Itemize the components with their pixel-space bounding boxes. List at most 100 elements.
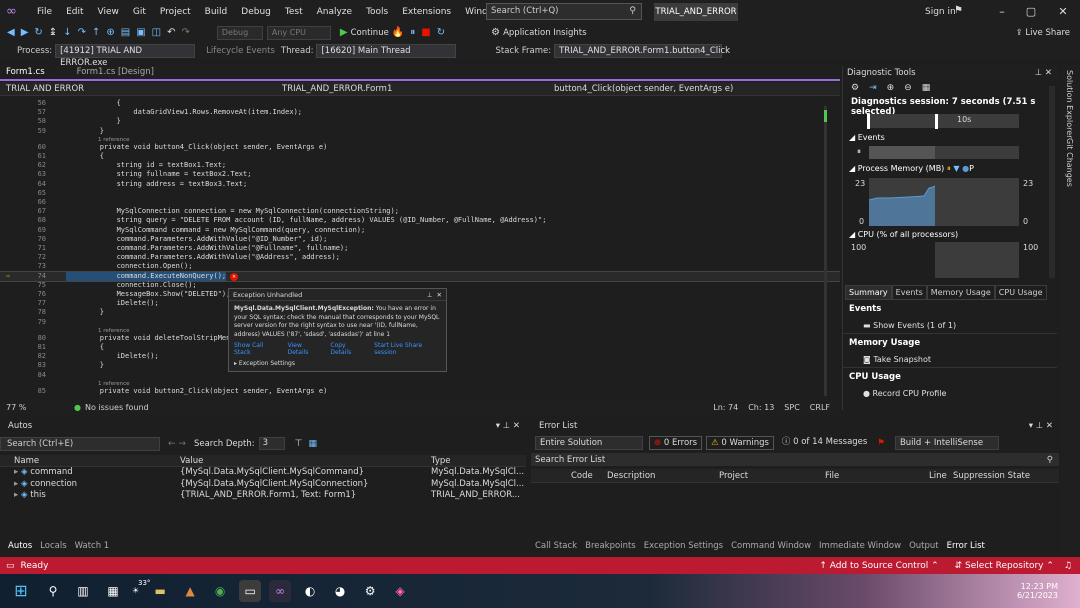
code-line[interactable]: 85 private void button2_Click(object sen… (0, 387, 840, 396)
back-icon[interactable]: ◀ (4, 24, 18, 42)
events-track-selected[interactable] (869, 146, 935, 159)
widgets-icon[interactable]: ▦ (102, 580, 124, 602)
code-text[interactable]: command.Parameters.AddWithValue("@ID_Num… (66, 235, 328, 244)
windows-start-icon[interactable]: ⊞ (10, 580, 32, 602)
whitespace-mode[interactable]: SPC (784, 403, 800, 412)
tab-error-list[interactable]: Error List (943, 541, 989, 551)
reset-zoom-icon[interactable]: ▦ (922, 83, 931, 93)
visual-studio-taskbar-icon[interactable]: ∞ (269, 580, 292, 602)
step-icon[interactable]: ↨ (46, 24, 60, 42)
zoom-in-icon[interactable]: ⊕ (887, 83, 895, 93)
menu-analyze[interactable]: Analyze (310, 0, 359, 24)
code-line[interactable]: 63 string fullname = textBox2.Text; (0, 170, 840, 179)
code-line[interactable]: 65 (0, 189, 840, 198)
code-text[interactable]: private void deleteToolStripMen (66, 334, 231, 343)
tab-call-stack[interactable]: Call Stack (531, 541, 581, 551)
take-snapshot-button[interactable]: ◙ Take Snapshot (843, 352, 1057, 367)
code-text[interactable]: } (66, 308, 104, 317)
col-type[interactable]: Type (431, 455, 451, 467)
tab-cpu-usage[interactable]: CPU Usage (994, 285, 1047, 300)
pin-pane-icon[interactable]: ⊥ ✕ (1035, 66, 1052, 81)
global-search-box[interactable]: Search (Ctrl+Q) ⚲ (486, 3, 642, 20)
solution-explorer-tab[interactable]: Solution Explorer (1065, 70, 1074, 138)
depth-dropdown[interactable]: 3 (258, 437, 285, 450)
feedback-icon[interactable]: ⚑ (954, 5, 963, 16)
forward-icon[interactable]: ▶ (18, 24, 32, 42)
task-view-icon[interactable]: ▥ (72, 580, 94, 602)
pin-search-icon[interactable]: ⊤ (295, 439, 303, 449)
close-popup-icon[interactable]: ✕ (437, 289, 442, 301)
code-line[interactable]: 73 connection.Open(); (0, 262, 840, 271)
code-text[interactable]: command.ExecuteNonQuery(); (66, 271, 227, 281)
step-over-icon[interactable]: ↷ (75, 24, 89, 42)
exception-settings-toggle[interactable]: ▸ Exception Settings (229, 356, 446, 367)
code-text[interactable]: string id = textBox1.Text; (66, 161, 227, 170)
view-details-link[interactable]: View Details (288, 342, 325, 356)
pin-icon[interactable]: ⊥ (427, 289, 433, 301)
diagnostic-scrollbar[interactable] (1049, 86, 1055, 278)
tab-autos[interactable]: Autos (4, 541, 36, 551)
code-text[interactable]: { (66, 99, 121, 108)
timeline-ruler[interactable]: 10s (869, 114, 1019, 128)
code-line[interactable]: 66 (0, 198, 840, 207)
export-icon[interactable]: ⇥ (869, 83, 877, 93)
project-dropdown[interactable]: TRIAL AND ERROR (0, 82, 276, 96)
col-value[interactable]: Value (180, 455, 431, 467)
notifications-icon[interactable]: ♫ (1064, 561, 1072, 571)
menu-test[interactable]: Test (278, 0, 310, 24)
live-share-session-link[interactable]: Start Live Share session (374, 342, 446, 356)
code-text[interactable]: { (66, 152, 104, 161)
show-events-link[interactable]: ▬ Show Events (1 of 1) (843, 318, 1057, 333)
events-pause-icon[interactable]: ⏸ (857, 147, 861, 157)
code-text[interactable]: iDelete(); (66, 352, 159, 361)
application-insights-button[interactable]: Application Insights (503, 28, 586, 38)
git-changes-tab[interactable]: Git Changes (1065, 138, 1074, 187)
stack-frame-dropdown[interactable]: TRIAL_AND_ERROR.Form1.button4_Click (554, 43, 730, 58)
code-text[interactable]: command.Parameters.AddWithValue("@Addres… (66, 253, 340, 262)
code-text[interactable]: private void button2_Click(object sender… (66, 387, 328, 396)
cpu-graph-selected[interactable] (869, 242, 935, 278)
stop-icon[interactable]: ■ (418, 24, 433, 42)
tab-form1-design[interactable]: Form1.cs [Design] (71, 66, 160, 79)
code-text[interactable]: MySqlCommand command = new MySqlCommand(… (66, 226, 366, 235)
close-window-button[interactable]: ✕ (1048, 0, 1078, 24)
code-line[interactable]: 64 string address = textBox3.Text; (0, 180, 840, 189)
error-search-input[interactable]: Search Error List ⚲ (531, 453, 1059, 466)
maximize-button[interactable]: ▢ (1016, 0, 1046, 24)
menu-file[interactable]: File (30, 0, 59, 24)
col-file[interactable]: File (825, 470, 929, 482)
code-line[interactable]: 67 MySqlConnection connection = new MySq… (0, 207, 840, 216)
col-name[interactable]: Name (0, 455, 180, 467)
add-source-control-button[interactable]: ↑ Add to Source Control ⌃ (819, 561, 938, 571)
tab-locals[interactable]: Locals (36, 541, 70, 551)
table-row[interactable]: ▸ ◈ this {TRIAL_AND_ERROR.Form1, Text: F… (0, 490, 526, 502)
chrome-icon[interactable]: ◉ (209, 580, 231, 602)
minimize-button[interactable]: – (987, 0, 1017, 24)
code-text[interactable]: command.Parameters.AddWithValue("@Fullna… (66, 244, 349, 253)
code-reference-lens[interactable]: 1 reference (0, 380, 840, 387)
settings-taskbar-icon[interactable]: ⚙ (359, 580, 381, 602)
errors-filter[interactable]: ⊗ 0 Errors (649, 436, 703, 450)
tab-form1-cs[interactable]: Form1.cs (0, 66, 51, 79)
tab-exception-settings[interactable]: Exception Settings (640, 541, 727, 551)
step-into-icon[interactable]: ↓ (60, 24, 74, 42)
scope-dropdown[interactable]: Entire Solution (535, 436, 643, 450)
tab-immediate-window[interactable]: Immediate Window (815, 541, 905, 551)
code-text[interactable]: string address = textBox3.Text; (66, 180, 248, 189)
configuration-dropdown[interactable]: Debug (216, 26, 263, 40)
code-line[interactable]: 68 string query = "DELETE FROM account (… (0, 216, 840, 225)
app-icon[interactable]: ▲ (179, 580, 201, 602)
zoom-out-icon[interactable]: ⊖ (904, 83, 912, 93)
tab-watch1[interactable]: Watch 1 (71, 541, 114, 551)
line-number[interactable]: Ln: 74 (713, 403, 738, 412)
new-item-icon[interactable]: ⊕ (103, 24, 117, 42)
app3-icon[interactable]: ◈ (389, 580, 411, 602)
code-line[interactable]: 62 string id = textBox1.Text; (0, 161, 840, 170)
menu-edit[interactable]: Edit (59, 0, 90, 24)
col-description[interactable]: Description (607, 470, 719, 482)
show-call-stack-link[interactable]: Show Call Stack (234, 342, 282, 356)
search-taskbar-icon[interactable]: ⚲ (42, 580, 64, 602)
warnings-filter[interactable]: ⚠ 0 Warnings (706, 436, 774, 450)
code-line[interactable]: 60 private void button4_Click(object sen… (0, 143, 840, 152)
hot-reload-icon[interactable]: 🔥 (389, 24, 407, 42)
